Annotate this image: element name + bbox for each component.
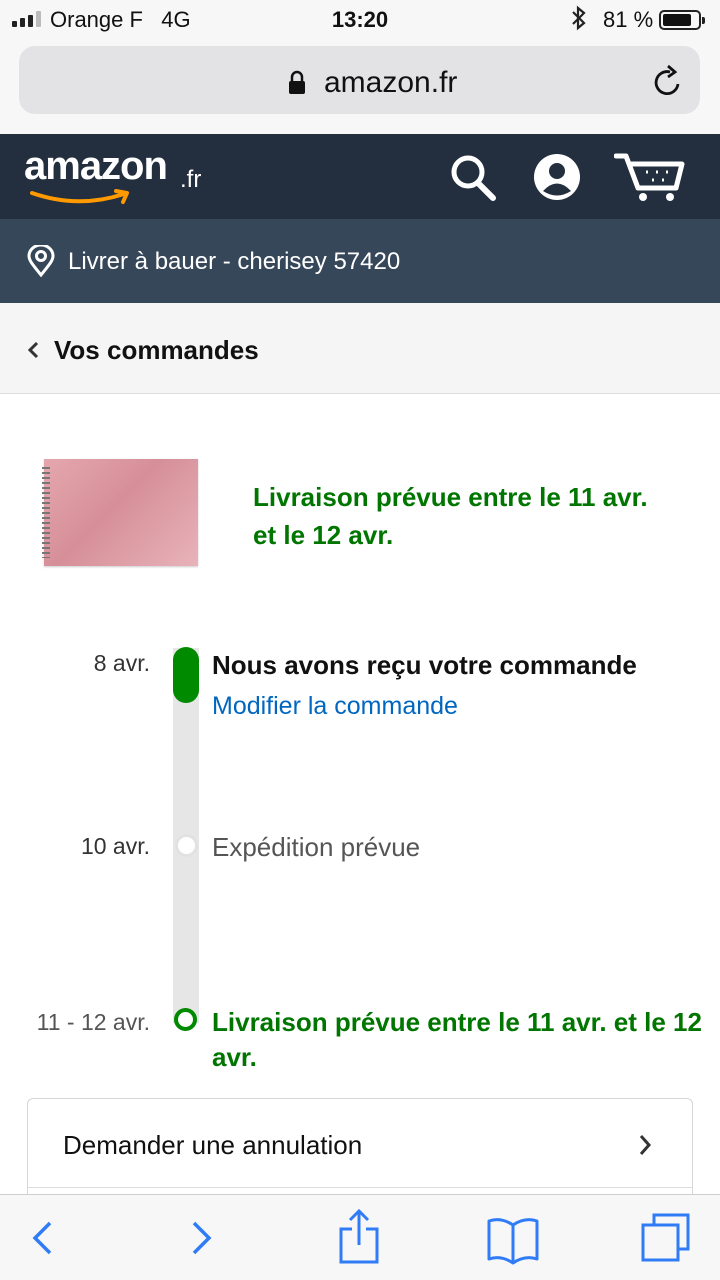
chevron-left-icon: [27, 341, 39, 364]
logo-tld: .fr: [180, 166, 202, 193]
modify-order-link[interactable]: Modifier la commande: [212, 692, 458, 721]
reload-icon[interactable]: [652, 64, 684, 103]
cart-icon[interactable]: [613, 150, 686, 209]
account-icon[interactable]: [532, 152, 582, 207]
request-cancellation-label: Demander une annulation: [63, 1130, 363, 1160]
book-icon[interactable]: [486, 1207, 540, 1272]
lock-icon: [287, 70, 307, 101]
product-image[interactable]: [42, 459, 198, 566]
status-bar: Orange F 4G 13:20 81 %: [0, 0, 720, 40]
timeline-title-delivery: Livraison prévue entre le 11 avr. et le …: [212, 1007, 702, 1072]
timeline-date-delivery: 11 - 12 avr.: [36, 1009, 150, 1035]
request-cancellation-card[interactable]: Demander une annulation: [27, 1098, 693, 1208]
address-field[interactable]: amazon.fr: [19, 46, 700, 114]
forward-arrow-icon[interactable]: [190, 1207, 214, 1272]
chevron-right-icon: [638, 1133, 652, 1162]
timeline-date-ordered: 8 avr.: [93, 650, 150, 676]
back-to-orders[interactable]: Vos commandes: [0, 303, 720, 394]
timeline-dot-delivery: [174, 1008, 197, 1031]
back-arrow-icon[interactable]: [30, 1207, 54, 1272]
location-pin-icon: [26, 243, 56, 282]
battery-icon: [659, 10, 705, 30]
timeline-title-ordered: Nous avons reçu votre commande: [212, 650, 637, 680]
browser-toolbar: [0, 1194, 720, 1280]
delivery-estimate: Livraison prévue entre le 11 avr. et le …: [253, 482, 648, 550]
back-label: Vos commandes: [54, 335, 259, 365]
browser-url-bar: amazon.fr: [0, 40, 720, 134]
amazon-header: amazon .fr: [0, 134, 720, 219]
amazon-smile-icon: [30, 189, 129, 204]
bluetooth-icon: [570, 5, 588, 37]
timeline-date-shipping: 10 avr.: [80, 833, 150, 859]
timeline-dot-shipping: [175, 834, 198, 857]
url-domain: amazon.fr: [324, 66, 458, 99]
delivery-location-text: Livrer à bauer - cherisey 57420: [68, 248, 401, 275]
amazon-logo[interactable]: amazon .fr: [24, 144, 201, 204]
delivery-location-bar[interactable]: Livrer à bauer - cherisey 57420: [0, 219, 720, 303]
logo-word: amazon: [24, 144, 168, 188]
battery-percent: 81 %: [603, 7, 654, 32]
tabs-icon[interactable]: [640, 1207, 692, 1272]
share-icon[interactable]: [337, 1207, 381, 1272]
search-icon[interactable]: [448, 152, 498, 207]
timeline-title-shipping: Expédition prévue: [212, 832, 421, 862]
timeline-active-step: [173, 647, 199, 703]
